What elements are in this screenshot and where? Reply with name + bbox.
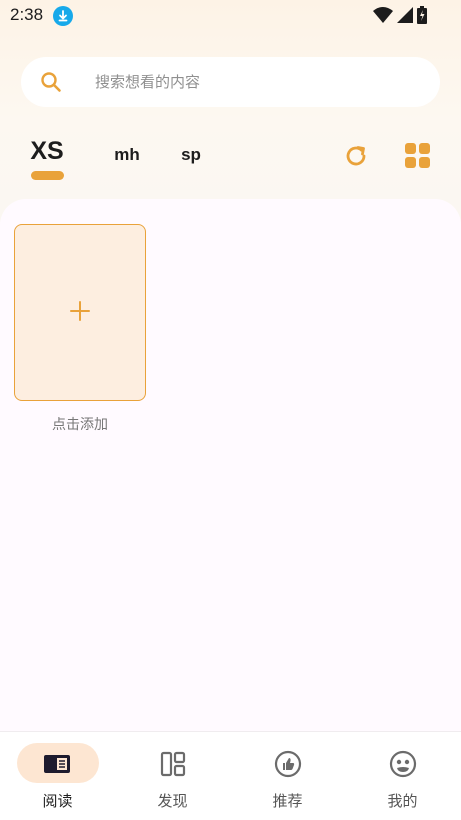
discover-icon: [159, 750, 187, 778]
book-icon: [43, 750, 71, 778]
nav-label-discover: 发现: [157, 792, 188, 810]
nav-item-profile[interactable]: 我的: [345, 732, 460, 820]
tab-label: XS: [30, 137, 64, 165]
bottom-nav: 阅读 发现 推荐 我的: [0, 731, 461, 820]
nav-item-read[interactable]: 阅读: [0, 732, 115, 820]
nav-item-recommend[interactable]: 推荐: [230, 732, 345, 820]
tab-label: sp: [181, 145, 201, 164]
grid-icon[interactable]: [404, 142, 432, 170]
add-book-label: 点击添加: [52, 417, 108, 433]
plus-icon: [70, 300, 90, 325]
nav-label-read: 阅读: [42, 792, 73, 810]
profile-icon: [389, 750, 417, 778]
search-input[interactable]: [95, 69, 415, 95]
nav-label-recommend: 推荐: [272, 792, 303, 810]
signal-icon: [397, 7, 413, 27]
tab-indicator: [31, 171, 64, 180]
search-icon: [40, 71, 62, 93]
refresh-icon[interactable]: [343, 143, 369, 169]
status-icons: [373, 6, 427, 28]
status-bar: 2:38: [0, 0, 461, 32]
tab-label: mh: [114, 145, 140, 164]
battery-charging-icon: [417, 6, 427, 28]
status-time: 2:38: [10, 5, 44, 24]
tab-sp[interactable]: sp: [178, 145, 204, 193]
download-icon: [53, 6, 73, 26]
add-book-card[interactable]: [14, 224, 146, 401]
nav-item-discover[interactable]: 发现: [115, 732, 230, 820]
recommend-icon: [274, 750, 302, 778]
tab-mh[interactable]: mh: [112, 145, 142, 193]
nav-label-profile: 我的: [387, 792, 418, 810]
search-bar[interactable]: [21, 57, 440, 107]
wifi-icon: [373, 7, 393, 27]
